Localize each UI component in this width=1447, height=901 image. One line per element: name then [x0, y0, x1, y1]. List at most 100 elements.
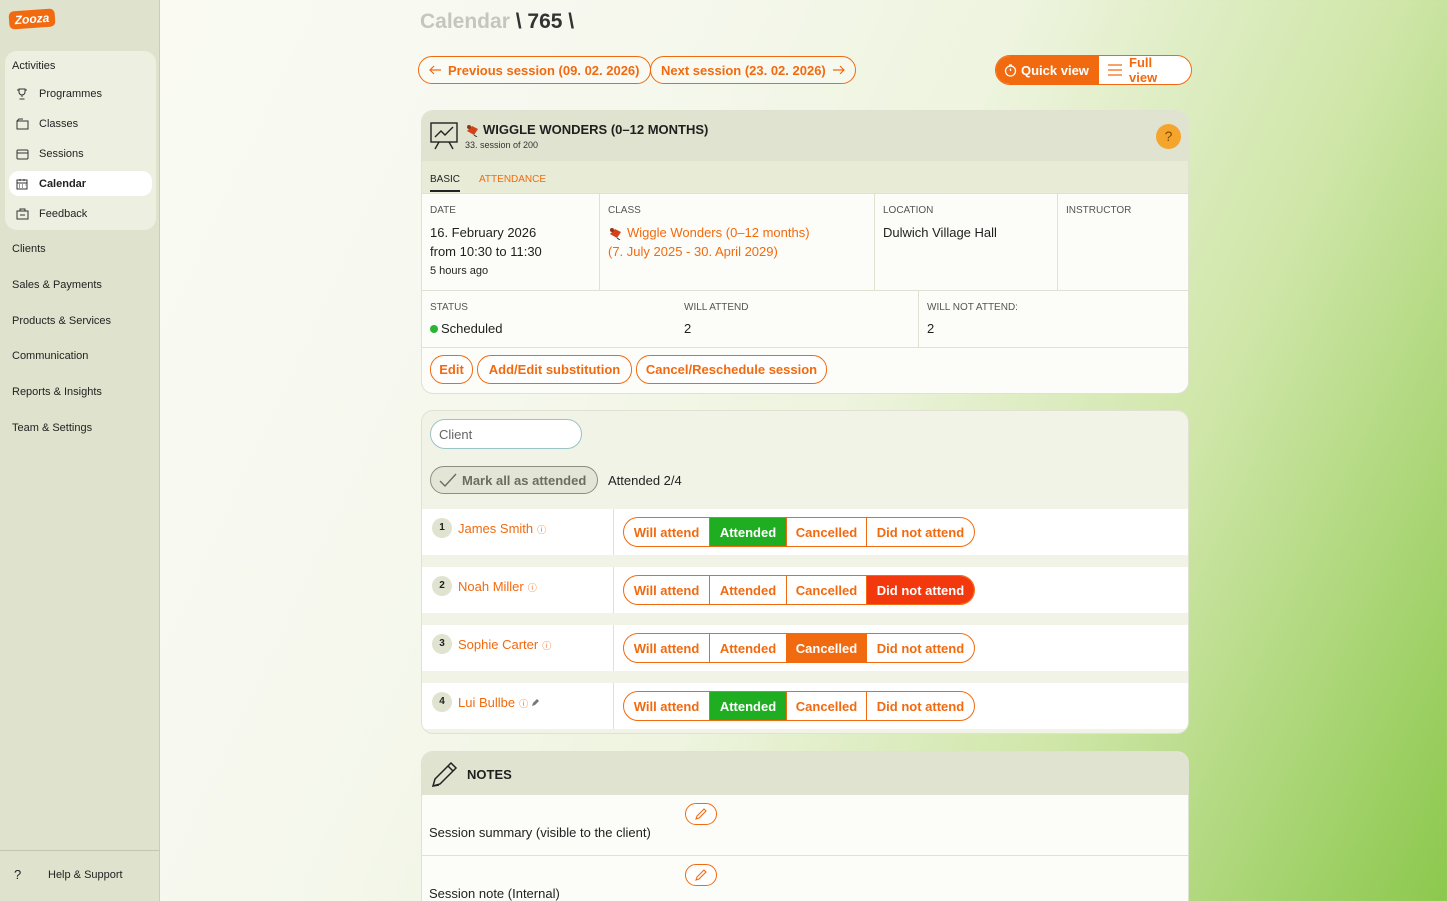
next-session-button[interactable]: Next session (23. 02. 2026) — [650, 56, 856, 84]
add-edit-substitution-button[interactable]: Add/Edit substitution — [477, 355, 632, 384]
sidebar-item-label: Calendar — [39, 177, 87, 190]
zooza-logo[interactable]: Zooza — [8, 8, 56, 30]
breadcrumb-calendar[interactable]: Calendar — [420, 10, 510, 33]
stopwatch-icon — [1004, 63, 1017, 77]
class-title-text: WIGGLE WONDERS (0–12 MONTHS) — [483, 122, 709, 137]
quick-view-button[interactable]: Quick view — [996, 56, 1099, 84]
session-status-row: STATUS Scheduled WILL ATTEND 2 WILL NOT … — [422, 291, 1188, 348]
info-icon[interactable]: ⓘ — [519, 699, 528, 709]
sidebar-item-classes[interactable]: Classes — [9, 111, 152, 136]
edit-button[interactable]: Edit — [430, 355, 473, 384]
will-not-attend-value: 2 — [927, 321, 935, 336]
did-not-attend-option[interactable]: Did not attend — [867, 692, 974, 720]
info-icon[interactable]: ⓘ — [537, 525, 546, 535]
activities-section: Activities Programmes Classes Sessions C… — [5, 51, 156, 230]
cancelled-option[interactable]: Cancelled — [787, 576, 867, 604]
feedback-icon — [15, 207, 29, 221]
help-support-link[interactable]: ? Help & Support — [14, 867, 123, 882]
will-attend-option[interactable]: Will attend — [624, 576, 710, 604]
edit-note-button[interactable] — [685, 864, 717, 886]
client-number: 4 — [432, 692, 452, 712]
pencil-icon — [430, 759, 460, 794]
date-label: DATE — [430, 205, 456, 216]
info-icon[interactable]: ⓘ — [528, 583, 537, 593]
tab-attendance[interactable]: ATTENDANCE — [479, 174, 546, 185]
client-number: 3 — [432, 634, 452, 654]
trophy-icon — [15, 87, 29, 101]
will-attend-option[interactable]: Will attend — [624, 634, 710, 662]
session-info-card: WIGGLE WONDERS (0–12 MONTHS) 33. session… — [421, 110, 1189, 394]
client-name: James Smith — [458, 521, 534, 536]
attended-option[interactable]: Attended — [710, 518, 787, 546]
status-value: Scheduled — [430, 321, 502, 336]
session-details-row: DATE 16. February 2026 from 10:30 to 11:… — [422, 194, 1188, 291]
client-name-link[interactable]: James Smith ⓘ — [458, 521, 546, 536]
instructor-cell: INSTRUCTOR — [1058, 194, 1188, 290]
relative-time: 5 hours ago — [430, 265, 489, 277]
attended-option[interactable]: Attended — [710, 576, 787, 604]
sidebar-item-clients[interactable]: Clients — [12, 243, 46, 255]
date-value: 16. February 2026 — [430, 225, 537, 240]
session-card-header: WIGGLE WONDERS (0–12 MONTHS) 33. session… — [422, 111, 1188, 161]
session-count: 33. session of 200 — [465, 140, 539, 150]
checkmark-icon — [439, 473, 457, 487]
full-view-label: Full view — [1129, 55, 1158, 85]
client-name: Sophie Carter — [458, 637, 539, 652]
class-cell: CLASS Wiggle Wonders (0–12 months) (7. J… — [600, 194, 875, 290]
sidebar: Zooza Activities Programmes Classes Sess… — [0, 0, 160, 901]
attended-option[interactable]: Attended — [710, 634, 787, 662]
client-row: 4 Lui Bullbe ⓘ Will attend Attended Cance… — [422, 683, 1188, 729]
mark-all-attended-button[interactable]: Mark all as attended — [430, 466, 598, 494]
class-label: CLASS — [608, 205, 641, 216]
sidebar-item-sales-payments[interactable]: Sales & Payments — [12, 279, 102, 291]
sidebar-item-reports-insights[interactable]: Reports & Insights — [12, 386, 102, 398]
cancel-reschedule-button[interactable]: Cancel/Reschedule session — [636, 355, 827, 384]
client-name-link[interactable]: Sophie Carter ⓘ — [458, 637, 551, 652]
status-cell: STATUS Scheduled — [422, 291, 676, 347]
will-attend-value: 2 — [684, 321, 692, 336]
previous-session-button[interactable]: Previous session (09. 02. 2026) — [418, 56, 651, 84]
client-name-cell: 1 James Smith ⓘ — [422, 509, 614, 555]
session-summary-label: Session summary (visible to the client) — [429, 825, 651, 840]
client-search-input[interactable] — [430, 419, 582, 449]
client-number: 1 — [432, 518, 452, 538]
sidebar-item-team-settings[interactable]: Team & Settings — [12, 422, 92, 434]
did-not-attend-option[interactable]: Did not attend — [867, 576, 974, 604]
activities-title: Activities — [12, 60, 56, 72]
edit-summary-button[interactable] — [685, 803, 717, 825]
will-attend-option[interactable]: Will attend — [624, 692, 710, 720]
client-name-cell: 2 Noah Miller ⓘ — [422, 567, 614, 613]
sidebar-item-products-services[interactable]: Products & Services — [12, 315, 111, 327]
sidebar-item-calendar[interactable]: Calendar — [9, 171, 152, 196]
sidebar-item-programmes[interactable]: Programmes — [9, 81, 152, 106]
attendance-selector: Will attend Attended Cancelled Did not a… — [623, 633, 975, 663]
did-not-attend-option[interactable]: Did not attend — [867, 634, 974, 662]
sidebar-item-label: Classes — [39, 117, 79, 130]
cancelled-option[interactable]: Cancelled — [787, 634, 867, 662]
client-name-link[interactable]: Noah Miller ⓘ — [458, 579, 537, 594]
client-row: 2 Noah Miller ⓘ Will attend Attended Canc… — [422, 567, 1188, 613]
info-icon[interactable]: ⓘ — [542, 641, 551, 651]
cancelled-option[interactable]: Cancelled — [787, 518, 867, 546]
will-not-attend-label: WILL NOT ATTEND: — [927, 302, 1018, 313]
sidebar-item-sessions[interactable]: Sessions — [9, 141, 152, 166]
class-link[interactable]: Wiggle Wonders (0–12 months) — [608, 225, 810, 240]
client-name-link[interactable]: Lui Bullbe ⓘ — [458, 695, 540, 710]
attendance-selector: Will attend Attended Cancelled Did not a… — [623, 575, 975, 605]
attended-option[interactable]: Attended — [710, 692, 787, 720]
sidebar-item-communication[interactable]: Communication — [12, 350, 88, 362]
instructor-label: INSTRUCTOR — [1066, 205, 1132, 216]
sidebar-item-label: Programmes — [39, 87, 102, 100]
did-not-attend-option[interactable]: Did not attend — [867, 518, 974, 546]
full-view-button[interactable]: Full view — [1099, 56, 1191, 84]
pencil-icon[interactable] — [531, 695, 540, 710]
previous-session-label: Previous session (09. 02. 2026) — [448, 62, 640, 78]
class-date-range[interactable]: (7. July 2025 - 30. April 2029) — [608, 244, 778, 259]
session-summary-row: Session summary (visible to the client) — [422, 795, 1188, 856]
tab-basic[interactable]: BASIC — [430, 174, 461, 192]
help-button[interactable]: ? — [1156, 124, 1181, 149]
calendar-icon — [15, 177, 29, 191]
cancelled-option[interactable]: Cancelled — [787, 692, 867, 720]
will-attend-option[interactable]: Will attend — [624, 518, 710, 546]
sidebar-item-feedback[interactable]: Feedback — [9, 201, 152, 226]
